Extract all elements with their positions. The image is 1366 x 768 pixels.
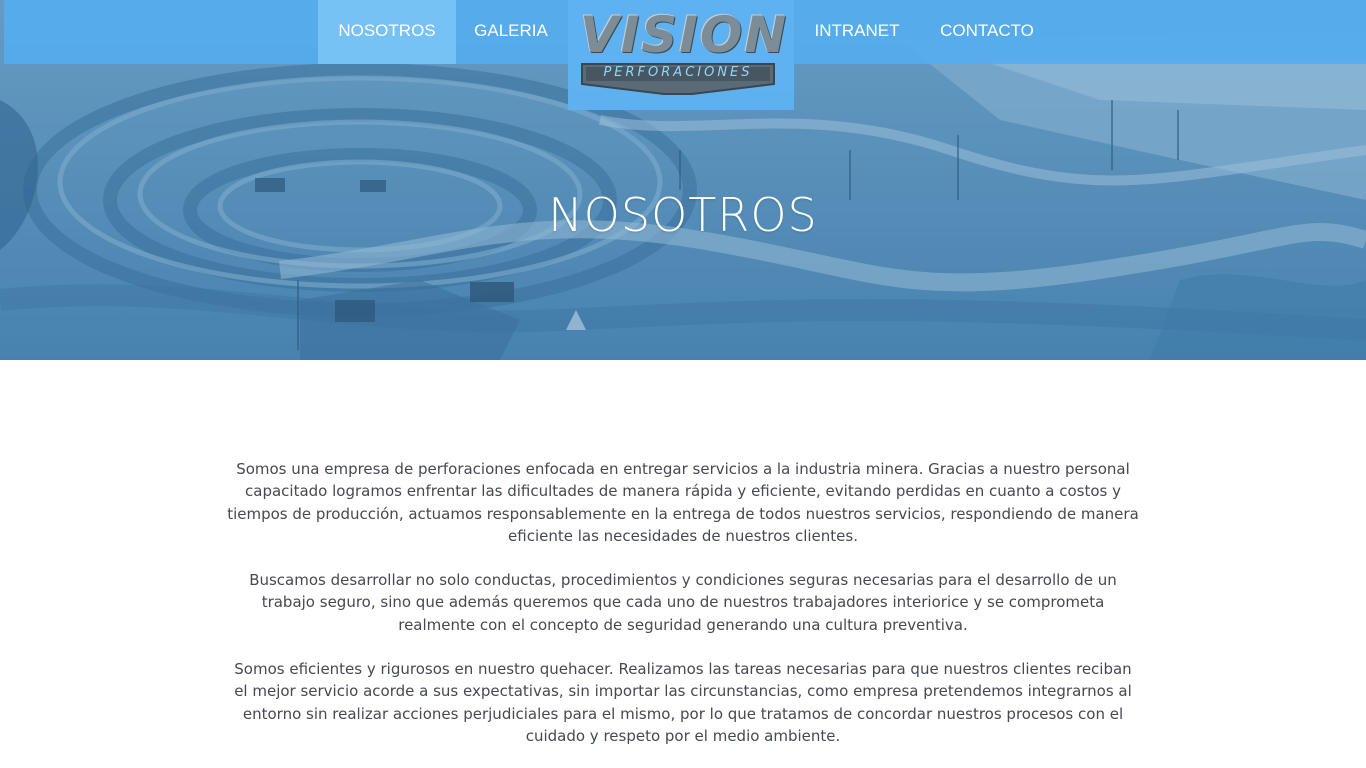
logo-subtitle: PERFORACIONES [603, 65, 753, 80]
page-title: NOSOTROS [548, 188, 818, 242]
logo-wordmark[interactable]: VISION [580, 8, 786, 62]
nav-item-nosotros[interactable]: NOSOTROS [318, 0, 456, 64]
nav-item-intranet[interactable]: INTRANET [796, 0, 918, 64]
nav-item-galeria[interactable]: GALERIA [456, 0, 566, 64]
nav-item-contacto[interactable]: CONTACTO [918, 0, 1056, 64]
about-content: Somos una empresa de perforaciones enfoc… [226, 458, 1140, 768]
about-paragraph: Somos eficientes y rigurosos en nuestro … [234, 660, 1132, 745]
about-paragraph: Buscamos desarrollar no solo conductas, … [249, 571, 1117, 634]
about-paragraph: Somos una empresa de perforaciones enfoc… [227, 460, 1139, 545]
